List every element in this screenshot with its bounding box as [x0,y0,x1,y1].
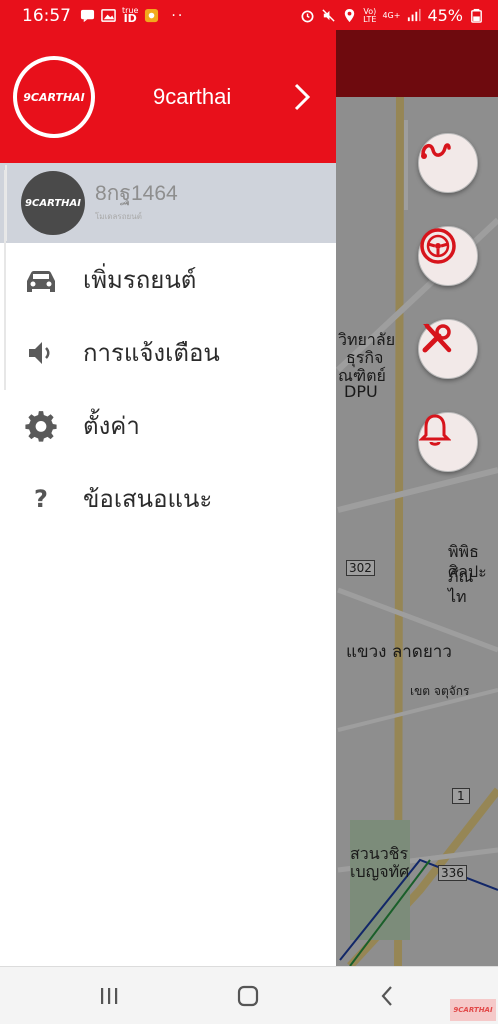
route-icon [421,143,451,159]
brand-logo-text: 9CARTHAI [17,60,91,134]
battery-percent: 45% [427,6,463,25]
speaker-icon [22,334,60,372]
battery-icon [471,8,482,23]
chevron-right-icon[interactable] [290,82,314,112]
gear-icon [22,407,60,445]
navigation-drawer: 9CARTHAI 9carthai 9CARTHAI 8กฐ1464 โมเดล… [0,30,336,966]
status-time: 16:57 [22,6,71,26]
more-notifications-icon: ·· [171,7,185,24]
maintenance-button[interactable] [418,319,478,379]
alarm-icon [301,10,314,23]
menu-label-notifications: การแจ้งเตือน [83,339,220,367]
drawer-header[interactable]: 9CARTHAI 9carthai [0,30,336,163]
vehicle-subtitle: โมเดลรถยนต์ [95,212,142,221]
menu-item-settings[interactable]: ตั้งค่า [0,389,336,462]
car-icon [22,261,60,299]
status-bar: 16:57 true ID ·· Vo) LTE 4G+ 45% [0,0,498,30]
app-badge-icon [145,8,159,23]
status-left-icons: true ID ·· [80,7,184,24]
notification-button[interactable] [418,412,478,472]
tools-icon [422,323,452,353]
message-icon [80,9,95,23]
bell-icon [419,414,451,446]
trip-route-button[interactable] [418,133,478,193]
system-navigation-bar: 9CARTHAI [0,966,498,1024]
back-icon[interactable] [375,983,401,1009]
vehicle-avatar: 9CARTHAI [21,171,85,235]
watermark-logo: 9CARTHAI [450,999,496,1021]
status-right-icons: Vo) LTE 4G+ 45% [300,6,484,25]
vehicle-plate: 8กฐ1464 [95,182,178,205]
home-icon[interactable] [235,983,261,1009]
menu-label-feedback: ข้อเสนอแนะ [83,485,213,513]
menu-item-feedback[interactable]: ? ข้อเสนอแนะ [0,462,336,535]
menu-label-add-car: เพิ่มรถยนต์ [83,266,197,294]
signal-icon [408,8,421,22]
mute-icon [322,9,335,22]
id-label: ID [123,12,137,25]
driving-button[interactable] [418,226,478,286]
question-icon: ? [34,484,48,513]
image-icon [101,9,116,22]
menu-item-notifications[interactable]: การแจ้งเตือน [0,316,336,389]
brand-logo: 9CARTHAI [13,56,95,138]
menu-label-settings: ตั้งค่า [83,412,140,440]
steering-wheel-icon [420,228,456,264]
location-icon [344,8,355,23]
brand-name: 9carthai [153,84,232,109]
volte-icon: Vo) LTE [363,7,377,24]
selected-vehicle[interactable]: 9CARTHAI 8กฐ1464 โมเดลรถยนต์ [0,163,336,243]
true-id-icon: true ID [122,7,138,25]
menu-item-add-car[interactable]: เพิ่มรถยนต์ [0,243,336,316]
recent-apps-icon[interactable] [96,983,122,1009]
drawer-menu: เพิ่มรถยนต์ การแจ้งเตือน ตั้งค่า ? ข้อเส… [0,243,336,535]
network-4g-icon: 4G+ [382,10,401,20]
lte-label: LTE [363,14,377,24]
